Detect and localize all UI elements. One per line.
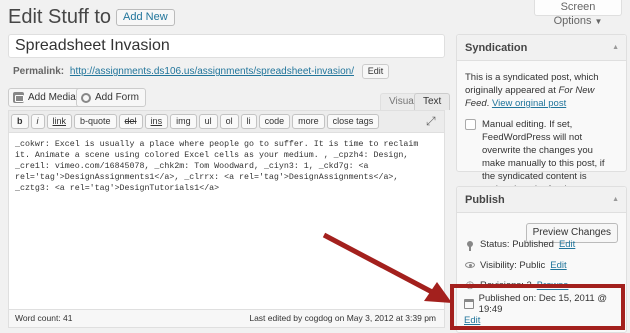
qt-ins-button[interactable]: ins [144, 114, 169, 129]
add-new-button[interactable]: Add New [116, 9, 175, 26]
screen-options-label: Screen Options [553, 1, 596, 27]
syndication-notice: This is a syndicated post, which origina… [465, 71, 618, 110]
qt-blockquote-button[interactable]: b-quote [74, 114, 117, 129]
publish-title: Publish [465, 194, 505, 206]
qt-link-button[interactable]: link [46, 114, 73, 129]
syndication-text-end: . [486, 98, 490, 109]
permalink-link[interactable]: http://assignments.ds106.us/assignments/… [70, 66, 354, 77]
syndication-header[interactable]: Syndication ▲ [457, 35, 626, 61]
view-original-link[interactable]: View original post [492, 98, 566, 109]
status-row: Status: Published Edit [465, 239, 575, 251]
form-icon [81, 92, 91, 103]
publish-header[interactable]: Publish ▲ [457, 187, 626, 213]
editor-status-bar: Word count: 41 Last edited by cogdog on … [8, 310, 445, 328]
manual-editing-option: Manual editing. If set, FeedWordPress wi… [465, 118, 618, 196]
media-icon [13, 92, 24, 103]
permalink-edit-button[interactable]: Edit [361, 64, 390, 79]
qt-li-button[interactable]: li [240, 114, 257, 129]
add-form-button[interactable]: Add Form [76, 88, 146, 107]
eye-icon [465, 260, 475, 271]
qt-img-button[interactable]: img [170, 114, 197, 129]
status-label: Status: Published [480, 239, 554, 250]
qt-ul-button[interactable]: ul [198, 114, 218, 129]
content-editor[interactable]: b i link b-quote del ins img ul ol li co… [8, 110, 445, 310]
word-count: Word count: 41 [15, 313, 73, 323]
qt-more-button[interactable]: more [292, 114, 325, 129]
add-media-button[interactable]: Add Media [8, 88, 83, 107]
chevron-down-icon: ▼ [594, 17, 603, 26]
add-media-label: Add Media [28, 92, 76, 103]
visibility-row: Visibility: Public Edit [465, 260, 567, 271]
qt-del-button[interactable]: del [118, 114, 143, 129]
qt-italic-button[interactable]: i [30, 114, 45, 129]
syndication-body: This is a syndicated post, which origina… [457, 61, 626, 196]
visibility-edit-link[interactable]: Edit [550, 260, 566, 271]
permalink: Permalink: http://assignments.ds106.us/a… [13, 64, 390, 79]
toggle-arrow-icon[interactable]: ▲ [612, 196, 619, 203]
qt-code-button[interactable]: code [258, 114, 291, 129]
highlight-annotation-box [450, 284, 625, 330]
toggle-arrow-icon[interactable]: ▲ [612, 44, 619, 51]
quicktags-toolbar: b i link b-quote del ins img ul ol li co… [9, 111, 444, 133]
screen-options-tab[interactable]: Screen Options ▼ [534, 0, 622, 27]
post-title-input[interactable]: Spreadsheet Invasion [8, 34, 445, 58]
fullscreen-icon[interactable]: ⤢ [426, 115, 438, 127]
visibility-label: Visibility: Public [480, 260, 546, 271]
syndication-box: Syndication ▲ This is a syndicated post,… [456, 34, 627, 195]
add-form-label: Add Form [95, 92, 139, 103]
pin-icon [465, 239, 475, 251]
syndication-title: Syndication [465, 42, 528, 54]
qt-ol-button[interactable]: ol [219, 114, 239, 129]
qt-bold-button[interactable]: b [11, 114, 29, 129]
permalink-label: Permalink: [13, 66, 65, 78]
tab-text[interactable]: Text [414, 93, 451, 110]
last-edited: Last edited by cogdog on May 3, 2012 at … [249, 313, 436, 323]
manual-editing-checkbox[interactable] [465, 119, 476, 130]
qt-close-tags-button[interactable]: close tags [326, 114, 380, 129]
editor-textarea[interactable]: _cokwr: Excel is usually a place where p… [9, 133, 444, 200]
status-edit-link[interactable]: Edit [559, 239, 575, 250]
manual-editing-label: Manual editing. If set, FeedWordPress wi… [482, 119, 605, 195]
